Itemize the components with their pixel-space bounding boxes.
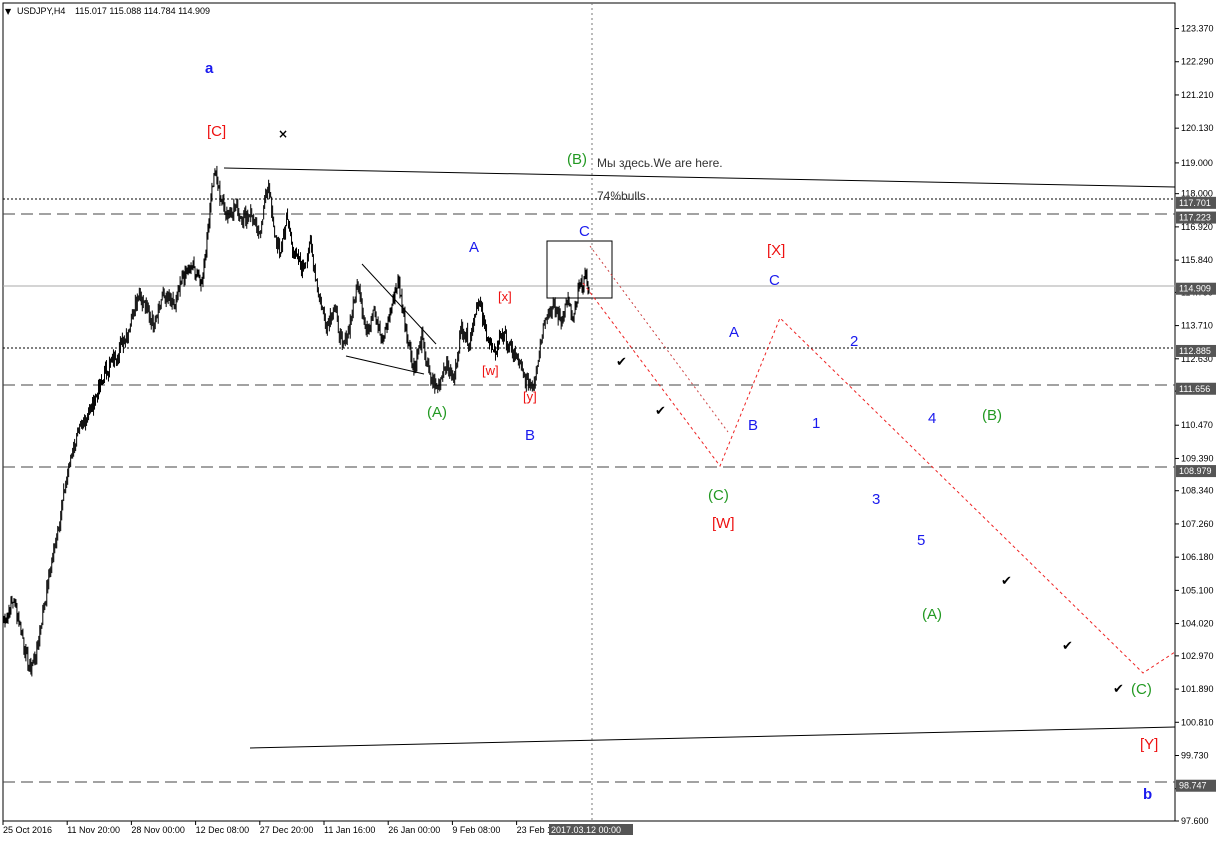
wave-label-x-red: [X] xyxy=(767,242,785,259)
wave-label-2: 2 xyxy=(850,333,858,350)
price-tick-label: 119.000 xyxy=(1181,158,1213,168)
price-tick-label: 104.020 xyxy=(1181,619,1214,629)
wave-label-y-small: [y] xyxy=(523,389,537,404)
price-tick-label: 97.600 xyxy=(1181,816,1209,826)
header: ▼ USDJPY,H4 115.017 115.088 114.784 114.… xyxy=(5,6,210,16)
price-tick-label: 109.390 xyxy=(1181,453,1214,463)
wave-label-4: 4 xyxy=(928,410,936,427)
price-tick-label: 108.340 xyxy=(1181,486,1214,496)
wave-label-c-green2: (C) xyxy=(1131,681,1152,698)
wave-label-c2: C xyxy=(769,272,780,289)
check-icon: ✔ xyxy=(1062,639,1073,654)
price-tick-label: 120.130 xyxy=(1181,123,1214,133)
wave-label-a-green2: (A) xyxy=(922,606,942,623)
price-tag-label: 112.885 xyxy=(1179,346,1211,356)
price-tick-label: 100.810 xyxy=(1181,717,1214,727)
wave-label-1: 1 xyxy=(812,415,820,432)
price-tick-label: 110.470 xyxy=(1181,420,1213,430)
price-axis: 123.370122.290121.210120.130119.000118.0… xyxy=(1175,24,1214,826)
time-tick-label: 23 Feb 1 xyxy=(517,825,553,835)
ohlc-label: 115.017 115.088 114.784 114.909 xyxy=(75,6,210,16)
wave-label-a2: A xyxy=(729,324,739,341)
time-tick-label: 11 Jan 16:00 xyxy=(324,825,375,835)
wave-label-b-green: (B) xyxy=(567,151,587,168)
wave-label-3: 3 xyxy=(872,491,880,508)
wave-label-w-small: [w] xyxy=(482,363,499,378)
time-tick-label: 25 Oct 2016 xyxy=(3,825,52,835)
wave-label-a-green1: (A) xyxy=(427,404,447,421)
time-axis: 25 Oct 2016 11 Nov 20:00 28 Nov 00:00 12 De… xyxy=(2,821,633,835)
price-tick-label: 106.180 xyxy=(1181,552,1214,562)
price-tick-label: 107.260 xyxy=(1181,519,1214,529)
price-tag-label: 98.747 xyxy=(1179,781,1207,791)
wave-label-c1: C xyxy=(579,223,590,240)
price-tick-label: 123.370 xyxy=(1181,24,1214,34)
price-tick-label: 99.730 xyxy=(1181,750,1209,760)
price-tick-label: 102.970 xyxy=(1181,651,1214,661)
price-chart[interactable]: ✔ ✔ ✔ ✔ ✔ × a [C] (B) A [x] C [w] [y] (A… xyxy=(0,0,1217,842)
we-are-here-note: Мы здесь.We are here. xyxy=(597,156,723,170)
time-tick-label: 12 Dec 08:00 xyxy=(196,825,250,835)
time-tick-label: 27 Dec 20:00 xyxy=(260,825,314,835)
wave-label-b2: B xyxy=(748,417,758,434)
price-tag-label: 111.656 xyxy=(1179,384,1210,394)
header-arrow-icon[interactable]: ▼ xyxy=(5,7,12,16)
wave-label-x-small: [x] xyxy=(498,289,512,304)
price-tick-label: 113.710 xyxy=(1181,321,1213,331)
current-time-label: 2017.03.12 00:00 xyxy=(551,825,621,835)
price-tick-label: 122.290 xyxy=(1181,57,1214,67)
wave-label-a: a xyxy=(205,60,214,77)
wave-label-y-red: [Y] xyxy=(1140,736,1158,753)
wave-label-a1: A xyxy=(469,239,479,256)
check-icon: ✔ xyxy=(1113,682,1124,697)
price-tag-label: 114.909 xyxy=(1179,284,1211,294)
wave-label-5: 5 xyxy=(917,532,925,549)
symbol-label: USDJPY,H4 xyxy=(17,6,65,16)
check-icon: ✔ xyxy=(1001,574,1012,589)
wave-label-w-red: [W] xyxy=(712,515,735,532)
bulls-note: 74%bulls xyxy=(597,189,646,203)
price-tag-label: 108.979 xyxy=(1179,466,1212,476)
time-tick-label: 28 Nov 00:00 xyxy=(131,825,185,835)
price-tick-label: 115.840 xyxy=(1181,255,1213,265)
wave-label-b1: B xyxy=(525,427,535,444)
wave-label-b: b xyxy=(1143,786,1152,803)
check-icon: ✔ xyxy=(616,355,627,370)
time-tick-label: 26 Jan 00:00 xyxy=(388,825,440,835)
price-tick-label: 121.210 xyxy=(1181,90,1214,100)
time-tick-label: 11 Nov 20:00 xyxy=(67,825,120,835)
price-tag-label: 117.701 xyxy=(1179,198,1211,208)
price-tag-label: 117.223 xyxy=(1179,213,1211,223)
wave-label-c-bracket: [C] xyxy=(207,123,226,140)
time-tick-label: 9 Feb 08:00 xyxy=(452,825,500,835)
wave-label-b-green2: (B) xyxy=(982,407,1002,424)
price-tick-label: 101.890 xyxy=(1181,684,1214,694)
price-tick-label: 105.100 xyxy=(1181,585,1214,595)
wave-label-c-green1: (C) xyxy=(708,487,729,504)
check-icon: ✔ xyxy=(655,404,666,419)
cross-icon: × xyxy=(278,127,288,141)
